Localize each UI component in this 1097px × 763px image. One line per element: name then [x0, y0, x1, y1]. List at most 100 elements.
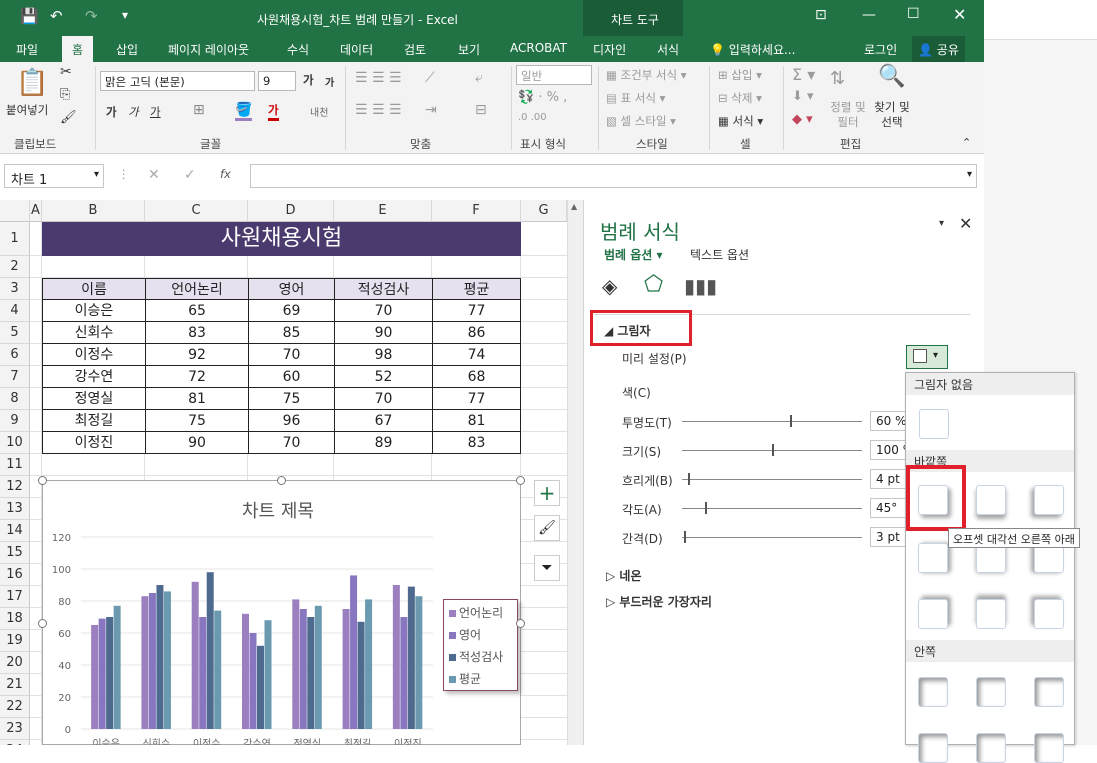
table-cell[interactable]: 67: [334, 410, 432, 432]
align-top-icon[interactable]: ☰ ☰ ☰: [355, 70, 402, 86]
wrap-text-icon[interactable]: ⤶: [475, 70, 483, 86]
row-header[interactable]: 12: [0, 476, 30, 498]
enter-icon[interactable]: ✓: [184, 167, 196, 183]
namebox-dropdown-icon[interactable]: ▾: [94, 169, 99, 180]
decimal-icon[interactable]: .0 .00: [518, 112, 547, 123]
italic-icon[interactable]: 가: [128, 104, 139, 120]
row-header[interactable]: 23: [0, 718, 30, 740]
currency-icon[interactable]: 💱 · % ,: [518, 90, 567, 105]
outer-shadow-preset[interactable]: [918, 599, 948, 629]
row-header[interactable]: 15: [0, 542, 30, 564]
outer-shadow-preset[interactable]: [918, 543, 948, 573]
indent-icon[interactable]: ⇥: [425, 102, 437, 118]
row-header[interactable]: 6: [0, 344, 30, 366]
outer-shadow-preset[interactable]: [1034, 599, 1064, 629]
table-cell[interactable]: 70: [248, 432, 334, 454]
distance-slider-thumb[interactable]: [684, 531, 686, 543]
table-header-cell[interactable]: 이름: [42, 278, 145, 300]
delete-cells-button[interactable]: ⊟ 삭제 ▾: [718, 90, 762, 106]
inner-shadow-preset[interactable]: [976, 733, 1006, 763]
align-left-icon[interactable]: ☰ ☰ ☰: [355, 102, 402, 118]
merge-center-icon[interactable]: ⊟: [475, 102, 487, 118]
cancel-icon[interactable]: ✕: [148, 167, 160, 183]
table-cell[interactable]: 96: [248, 410, 334, 432]
paste-icon[interactable]: 📋: [16, 68, 48, 98]
table-cell[interactable]: 70: [334, 388, 432, 410]
table-cell[interactable]: 81: [432, 410, 521, 432]
tab-formulas[interactable]: 수식: [287, 41, 309, 58]
inner-shadow-preset[interactable]: [918, 677, 948, 707]
ribbon-display-icon[interactable]: ⊡: [815, 7, 827, 23]
row-header[interactable]: 8: [0, 388, 30, 410]
bold-icon[interactable]: 가: [106, 104, 117, 120]
redo-icon[interactable]: ↷: [85, 7, 98, 25]
table-cell[interactable]: 85: [248, 322, 334, 344]
minimize-icon[interactable]: —: [862, 7, 876, 23]
tab-legend-options[interactable]: 범례 옵션 ▾: [604, 246, 663, 263]
copy-icon[interactable]: ⎘: [60, 87, 70, 102]
table-cell[interactable]: 69: [248, 300, 334, 322]
fill-icon[interactable]: ⬇ ▾: [792, 89, 814, 104]
glow-section-header[interactable]: ▷ 네온: [606, 567, 642, 584]
chart-elements-button[interactable]: +: [534, 480, 560, 506]
table-cell[interactable]: 92: [145, 344, 248, 366]
tab-text-options[interactable]: 텍스트 옵션: [690, 246, 749, 263]
row-header[interactable]: 2: [0, 256, 30, 278]
vertical-scrollbar[interactable]: ▲: [567, 200, 583, 745]
col-header-c[interactable]: C: [145, 200, 248, 222]
soft-edges-section-header[interactable]: ▷ 부드러운 가장자리: [606, 593, 712, 610]
inner-shadow-preset[interactable]: [976, 677, 1006, 707]
customize-qat-icon[interactable]: ▾: [122, 8, 128, 22]
grow-font-icon[interactable]: 가: [303, 72, 314, 88]
resize-handle[interactable]: [277, 476, 286, 485]
cell-style-button[interactable]: ▧ 셀 스타일 ▾: [606, 113, 676, 129]
table-cell[interactable]: 77: [432, 300, 521, 322]
undo-icon[interactable]: ↶: [50, 7, 63, 25]
shadow-preset-none[interactable]: [919, 409, 949, 439]
row-header[interactable]: 16: [0, 564, 30, 586]
table-header-cell[interactable]: 평균: [432, 278, 521, 300]
legend-entry[interactable]: 영어: [449, 626, 481, 643]
tab-file[interactable]: 파일: [16, 41, 38, 58]
pane-close-icon[interactable]: ✕: [959, 214, 972, 233]
row-header[interactable]: 11: [0, 454, 30, 476]
table-cell[interactable]: 68: [432, 366, 521, 388]
select-all-corner[interactable]: [0, 200, 30, 222]
legend-entry[interactable]: 언어논리: [449, 604, 503, 621]
chart-area[interactable]: 차트 제목 0 20 40 60 80 100 120 이승은 신회수 이정수 강수연 정영실 최정길 이…: [38, 476, 525, 745]
font-size-select[interactable]: 9: [258, 71, 296, 91]
tab-page-layout[interactable]: 페이지 레이아웃: [168, 41, 249, 58]
table-cell[interactable]: 이정진: [42, 432, 145, 454]
angle-slider-thumb[interactable]: [705, 502, 707, 514]
shrink-font-icon[interactable]: 가: [325, 74, 334, 89]
blur-slider-thumb[interactable]: [688, 473, 690, 485]
table-cell[interactable]: 60: [248, 366, 334, 388]
table-cell[interactable]: 75: [145, 410, 248, 432]
row-header[interactable]: 13: [0, 498, 30, 520]
row-header[interactable]: 1: [0, 222, 30, 256]
table-cell[interactable]: 이정수: [42, 344, 145, 366]
blur-input[interactable]: 4 pt: [870, 469, 910, 489]
transparency-slider[interactable]: [682, 421, 862, 422]
find-icon[interactable]: 🔍: [878, 64, 905, 89]
row-header[interactable]: 9: [0, 410, 30, 432]
table-cell[interactable]: 75: [248, 388, 334, 410]
orientation-icon[interactable]: ⟋: [425, 70, 435, 86]
table-cell[interactable]: 정영실: [42, 388, 145, 410]
outer-shadow-preset[interactable]: [976, 485, 1006, 515]
resize-handle[interactable]: [38, 476, 47, 485]
table-cell[interactable]: 강수연: [42, 366, 145, 388]
col-header-f[interactable]: F: [432, 200, 521, 222]
scroll-up-icon[interactable]: ▲: [571, 202, 577, 211]
table-cell[interactable]: 83: [432, 432, 521, 454]
size-input[interactable]: 100 %: [870, 440, 910, 460]
fill-line-icon[interactable]: ◈: [602, 274, 617, 298]
row-header[interactable]: 19: [0, 630, 30, 652]
row-header[interactable]: 24: [0, 740, 30, 745]
table-cell[interactable]: 83: [145, 322, 248, 344]
insert-function-icon[interactable]: fx: [220, 167, 231, 181]
row-header[interactable]: 5: [0, 322, 30, 344]
table-cell[interactable]: 90: [334, 322, 432, 344]
number-format-select[interactable]: 일반: [516, 65, 592, 85]
tab-view[interactable]: 보기: [458, 41, 480, 58]
